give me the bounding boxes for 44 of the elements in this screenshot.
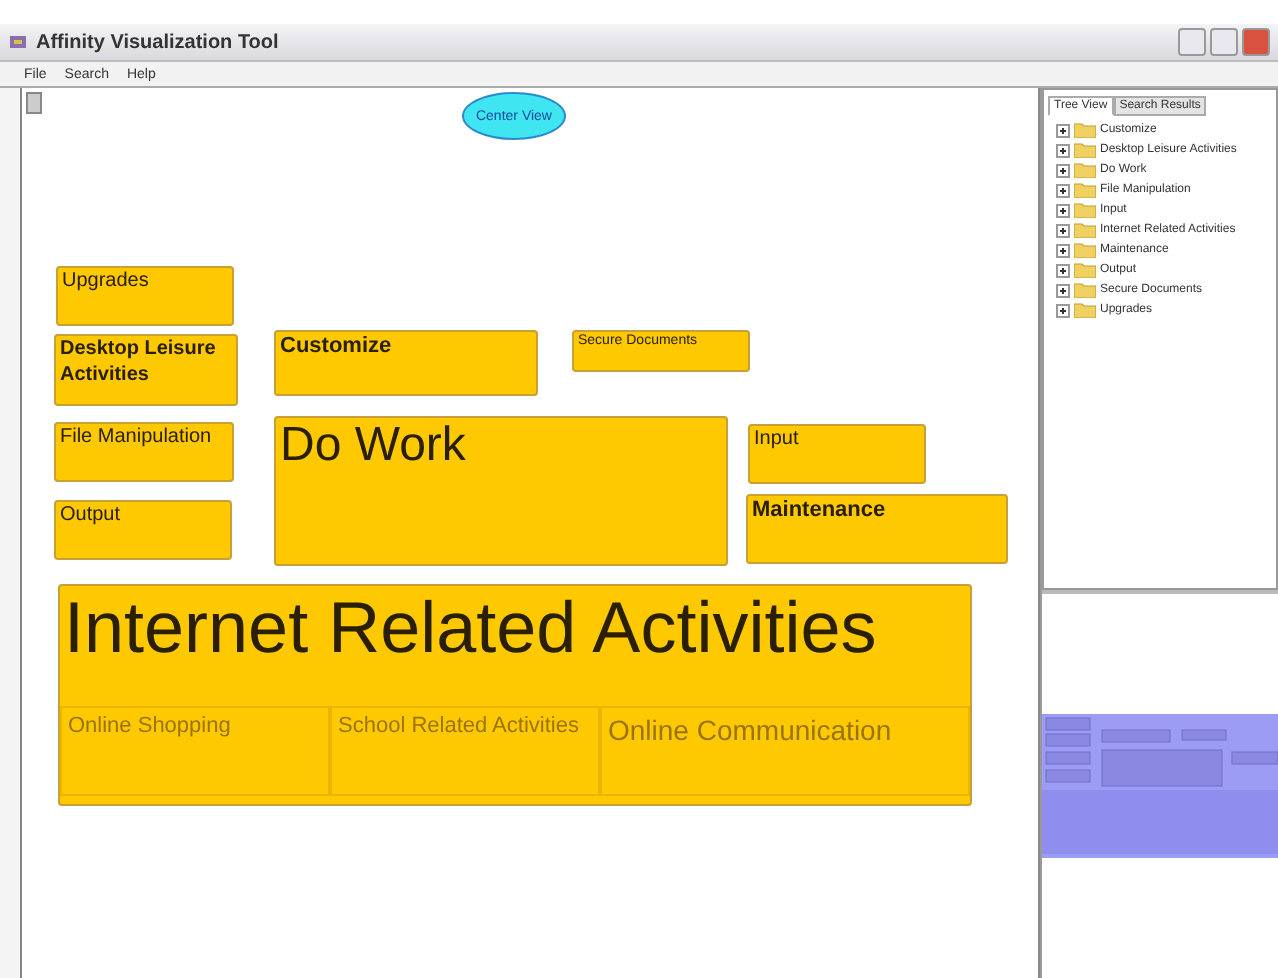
- folder-icon: [1074, 242, 1096, 258]
- group-label: Maintenance: [750, 496, 888, 526]
- splitter-handle[interactable]: [26, 92, 42, 114]
- group-box[interactable]: Input: [748, 424, 926, 484]
- folder-icon: [1074, 162, 1096, 178]
- subgroup-label: School Related Activities: [330, 706, 600, 796]
- group-label: Input: [752, 426, 801, 454]
- folder-icon: [1074, 262, 1096, 278]
- group-box[interactable]: File Manipulation: [54, 422, 234, 482]
- group-box[interactable]: Upgrades: [56, 266, 234, 326]
- group-box[interactable]: Do Work: [274, 416, 728, 566]
- subgroup-label: Online Shopping: [60, 706, 330, 796]
- expand-icon[interactable]: [1056, 163, 1070, 177]
- group-box[interactable]: Customize: [274, 330, 538, 396]
- window-title: Affinity Visualization Tool: [36, 31, 279, 53]
- folder-icon: [1074, 122, 1096, 138]
- group-box[interactable]: Maintenance: [746, 494, 1008, 564]
- folder-icon: [1074, 182, 1096, 198]
- expand-icon[interactable]: [1056, 143, 1070, 157]
- group-box[interactable]: Output: [54, 500, 232, 560]
- group-label: Do Work: [278, 418, 468, 475]
- expand-icon[interactable]: [1056, 183, 1070, 197]
- expand-icon[interactable]: [1056, 243, 1070, 257]
- folder-icon: [1074, 222, 1096, 238]
- group-box[interactable]: Internet Related Activities Online Shopping School Related Activities Online Communication: [58, 584, 972, 806]
- expand-icon[interactable]: [1056, 283, 1070, 297]
- folder-icon: [1074, 202, 1096, 218]
- group-label: Desktop Leisure Activities: [58, 336, 218, 389]
- group-label: File Manipulation: [58, 424, 214, 452]
- expand-icon[interactable]: [1056, 303, 1070, 317]
- folder-icon: [1074, 142, 1096, 158]
- expand-icon[interactable]: [1056, 203, 1070, 217]
- group-label: Upgrades: [60, 268, 151, 296]
- expand-icon[interactable]: [1056, 123, 1070, 137]
- group-box[interactable]: Desktop Leisure Activities: [54, 334, 238, 406]
- expand-icon[interactable]: [1056, 223, 1070, 237]
- app-icon: [8, 32, 28, 52]
- subgroup-label: Online Communication: [600, 706, 970, 796]
- folder-icon: [1074, 302, 1096, 318]
- expand-icon[interactable]: [1056, 263, 1070, 277]
- folder-icon: [1074, 282, 1096, 298]
- group-label: Output: [58, 502, 123, 530]
- group-label: Internet Related Activities: [62, 586, 879, 670]
- group-label: Customize: [278, 332, 394, 362]
